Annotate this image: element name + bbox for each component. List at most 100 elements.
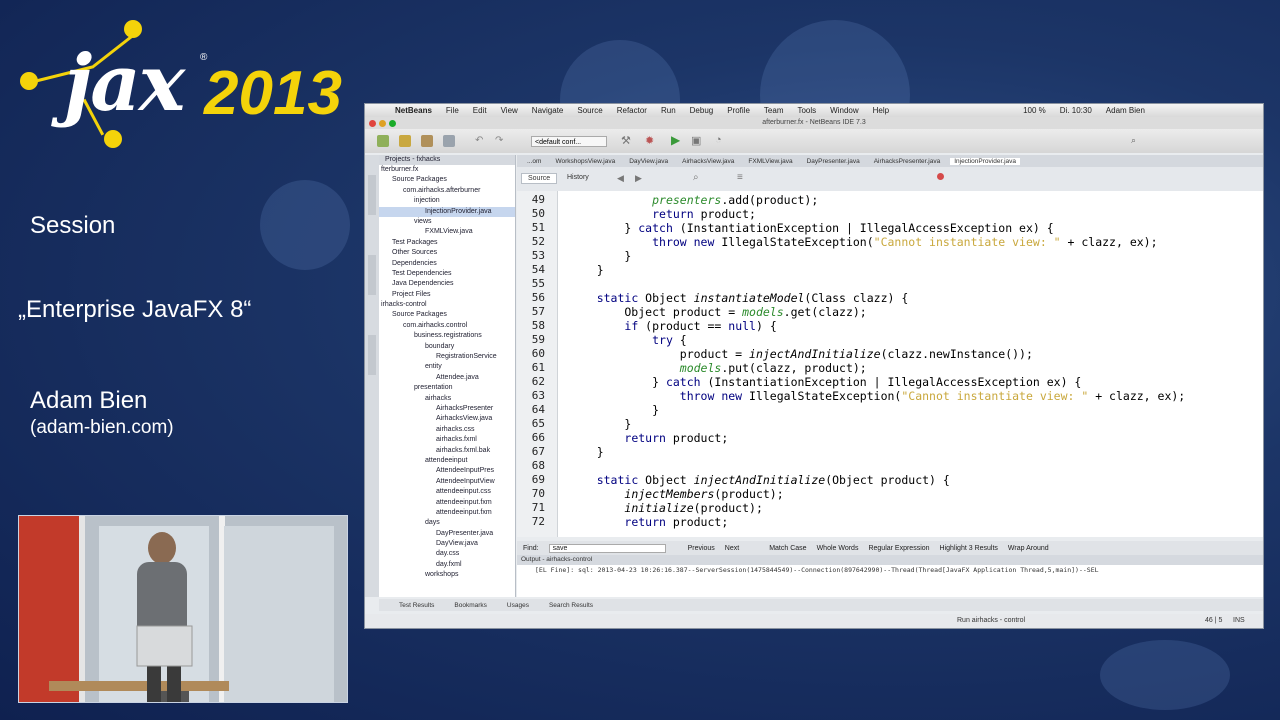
match-case-checkbox[interactable]: Match Case [769, 545, 806, 552]
config-select[interactable]: <default conf... [531, 136, 607, 147]
tree-item[interactable]: workshops [379, 570, 515, 580]
menu-view[interactable]: View [501, 106, 518, 115]
save-all-icon[interactable] [443, 135, 455, 147]
tree-item[interactable]: days [379, 518, 515, 528]
open-project-icon[interactable] [421, 135, 433, 147]
tree-item[interactable]: Source Packages [379, 175, 515, 185]
bookmarks-tab[interactable]: Bookmarks [454, 602, 487, 609]
test-results-tab[interactable]: Test Results [399, 602, 434, 609]
tree-item[interactable]: injection [379, 196, 515, 206]
minimize-button[interactable] [379, 120, 386, 127]
menu-navigate[interactable]: Navigate [532, 106, 564, 115]
services-tab[interactable] [368, 335, 376, 375]
tree-item[interactable]: attendeeinput [379, 456, 515, 466]
tree-item[interactable]: com.airhacks.afterburner [379, 186, 515, 196]
menu-team[interactable]: Team [764, 106, 784, 115]
find-icon[interactable]: ⌕ [693, 172, 699, 183]
tree-item[interactable]: FXMLView.java [379, 227, 515, 237]
tree-item[interactable]: Project Files [379, 290, 515, 300]
tree-item[interactable]: airhacks.fxml.bak [379, 446, 515, 456]
highlight-checkbox[interactable]: Highlight 3 Results [940, 545, 998, 552]
tree-item[interactable]: com.airhacks.control [379, 321, 515, 331]
menu-window[interactable]: Window [830, 106, 858, 115]
usages-tab[interactable]: Usages [507, 602, 529, 609]
build-icon[interactable]: ⚒ [621, 134, 631, 147]
close-button[interactable] [369, 120, 376, 127]
tree-item[interactable]: AttendeeInputPres [379, 466, 515, 476]
editor-tab[interactable]: AirhacksPresenter.java [870, 158, 944, 165]
projects-tab[interactable]: Projects - fxhacks [379, 155, 515, 165]
redo-icon[interactable]: ↷ [495, 135, 503, 146]
editor-tab[interactable]: ...om [523, 158, 545, 165]
tree-item[interactable]: attendeeinput.css [379, 487, 515, 497]
editor-tab[interactable]: InjectionProvider.java [950, 157, 1020, 165]
profile-icon[interactable]: ◔ [715, 134, 722, 146]
record-macro-icon[interactable] [937, 173, 944, 180]
whole-words-checkbox[interactable]: Whole Words [817, 545, 859, 552]
tree-item[interactable]: Other Sources [379, 248, 515, 258]
menu-help[interactable]: Help [873, 106, 889, 115]
status-run[interactable]: Run airhacks - control [957, 617, 1025, 624]
tree-item[interactable]: day.fxml [379, 560, 515, 570]
find-next-button[interactable]: Next [725, 545, 739, 552]
tree-item[interactable]: airhacks.fxml [379, 435, 515, 445]
tree-item[interactable]: boundary [379, 342, 515, 352]
tree-item[interactable]: Java Dependencies [379, 279, 515, 289]
menu-run[interactable]: Run [661, 106, 676, 115]
tree-item[interactable]: Attendee.java [379, 373, 515, 383]
tree-item[interactable]: irhacks-control [379, 300, 515, 310]
menu-profile[interactable]: Profile [727, 106, 750, 115]
search-results-tab[interactable]: Search Results [549, 602, 593, 609]
menu-debug[interactable]: Debug [690, 106, 714, 115]
tree-item[interactable]: airhacks [379, 394, 515, 404]
tree-item[interactable]: DayPresenter.java [379, 529, 515, 539]
output-tab[interactable]: Output - airhacks-control [517, 555, 1263, 565]
comment-icon[interactable]: ≡ [737, 172, 743, 183]
back-icon[interactable]: ◀ [617, 173, 624, 184]
navigator-tab[interactable] [368, 175, 376, 215]
wrap-around-checkbox[interactable]: Wrap Around [1008, 545, 1049, 552]
tree-item[interactable]: AirhacksView.java [379, 414, 515, 424]
undo-icon[interactable]: ↶ [475, 135, 483, 146]
menu-source[interactable]: Source [577, 106, 602, 115]
forward-icon[interactable]: ▶ [635, 173, 642, 184]
tree-item[interactable]: attendeeinput.fxm [379, 508, 515, 518]
menu-file[interactable]: File [446, 106, 459, 115]
zoom-button[interactable] [389, 120, 396, 127]
find-previous-button[interactable]: Previous [688, 545, 715, 552]
files-tab[interactable] [368, 255, 376, 295]
tree-item[interactable]: Source Packages [379, 310, 515, 320]
menubar-user[interactable]: Adam Bien [1106, 106, 1145, 115]
new-file-icon[interactable] [377, 135, 389, 147]
find-input[interactable]: save [548, 543, 666, 553]
menu-tools[interactable]: Tools [797, 106, 816, 115]
tree-item[interactable]: AirhacksPresenter [379, 404, 515, 414]
tree-item[interactable]: InjectionProvider.java [379, 206, 515, 217]
clean-build-icon[interactable]: ✹ [645, 134, 654, 147]
tree-item[interactable]: RegistrationService [379, 352, 515, 362]
tree-item[interactable]: airhacks.css [379, 425, 515, 435]
menu-netbeans[interactable]: NetBeans [395, 106, 432, 115]
editor-tab[interactable]: AirhacksView.java [678, 158, 738, 165]
tree-item[interactable]: Test Dependencies [379, 269, 515, 279]
editor-tab[interactable]: WorkshopsView.java [551, 158, 619, 165]
tree-item[interactable]: entity [379, 362, 515, 372]
source-tab[interactable]: Source [521, 173, 558, 184]
tree-item[interactable]: presentation [379, 383, 515, 393]
tree-item[interactable]: day.css [379, 549, 515, 559]
tree-item[interactable]: views [379, 217, 515, 227]
new-project-icon[interactable] [399, 135, 411, 147]
history-tab[interactable]: History [567, 174, 589, 181]
tree-item[interactable]: DayView.java [379, 539, 515, 549]
menu-edit[interactable]: Edit [473, 106, 487, 115]
tree-item[interactable]: Dependencies [379, 259, 515, 269]
code-editor[interactable]: 49 presenters.add(product); 50 return pro… [517, 191, 1263, 537]
editor-tab[interactable]: DayPresenter.java [803, 158, 864, 165]
tree-item[interactable]: fterburner.fx [379, 165, 515, 175]
editor-tab[interactable]: DayView.java [625, 158, 672, 165]
debug-icon[interactable]: ▣ [691, 134, 701, 147]
tree-item[interactable]: business.registrations [379, 331, 515, 341]
search-icon[interactable]: ⌕ [1131, 135, 1136, 146]
run-icon[interactable]: ▶ [671, 133, 680, 147]
tree-item[interactable]: AttendeeInputView [379, 477, 515, 487]
